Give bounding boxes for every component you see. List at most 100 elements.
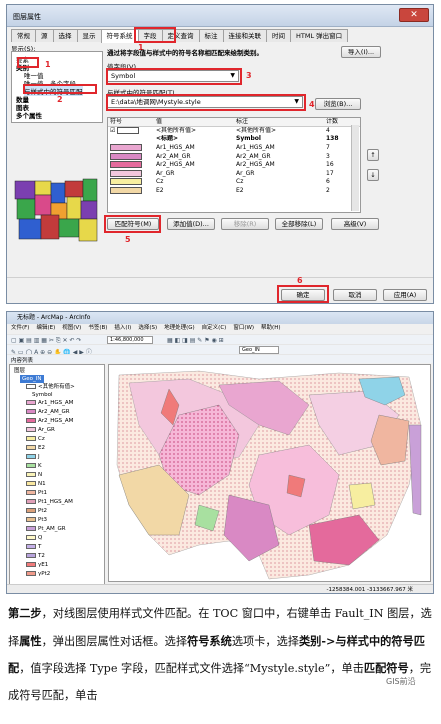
toc-swatch (26, 454, 36, 459)
symbol-cell[interactable] (108, 161, 154, 170)
tab-general[interactable]: 常规 (11, 29, 36, 42)
tab-selection[interactable]: 选择 (52, 29, 78, 42)
symbol-cell[interactable] (108, 144, 154, 153)
menu-item[interactable]: 窗口(W) (233, 325, 254, 331)
table-row[interactable]: Ar2_HGS_AM Ar2_HGS_AM 16 (108, 161, 360, 170)
tools-toolbar: ✎ ▭ ◯ A ⊕ ⊖ ✋ 🌐 ◀ ▶ ⓘ Geo_IN (7, 344, 433, 356)
toc-layers[interactable]: 图层 (14, 367, 25, 375)
map-view[interactable] (108, 364, 431, 582)
table-row[interactable]: E2 E2 2 (108, 187, 360, 196)
toc-swatch (26, 418, 36, 423)
scale-box[interactable]: 1:46,800,000 (107, 336, 153, 344)
menu-item[interactable]: 选择(S) (138, 325, 157, 331)
tab-symbology[interactable]: 符号系统 (100, 29, 139, 43)
col-symbol[interactable]: 符号 (108, 118, 154, 128)
import-button[interactable]: 导入(I)... (341, 46, 381, 58)
toc-swatch (26, 472, 36, 477)
marker-3: 3 (246, 71, 252, 80)
toc-legend-label: K (38, 463, 42, 469)
layer-dropdown[interactable]: Geo_IN (239, 346, 279, 354)
toc-swatch (26, 499, 36, 504)
symbol-cell[interactable]: ☑ (108, 127, 154, 136)
remove-button[interactable]: 移除(R) (221, 218, 269, 230)
toc-legend-item: J (26, 453, 40, 461)
cancel-button[interactable]: 取消 (333, 289, 377, 301)
tab-html-popup[interactable]: HTML 弹出窗口 (290, 29, 349, 42)
highlight-style-path (106, 94, 306, 111)
menu-item[interactable]: 编辑(E) (36, 325, 55, 331)
symbol-swatch (110, 161, 142, 169)
col-label[interactable]: 标注 (234, 118, 324, 128)
browse-button[interactable]: 浏览(B)... (315, 98, 361, 110)
tab-source[interactable]: 源 (35, 29, 54, 42)
toc-legend-item: E2 (26, 444, 45, 452)
tab-display[interactable]: 显示 (76, 29, 102, 42)
menu-item[interactable]: 帮助(H) (261, 325, 280, 331)
toc-legend-item: Pt1 (26, 489, 47, 497)
value-cell: <其他所有值> (156, 127, 197, 135)
toc-header-bar: 内容列表 (7, 354, 433, 364)
marker-2: 2 (57, 95, 63, 104)
advanced-button[interactable]: 高级(V) (331, 218, 379, 230)
toc-legend-label: Pt1 (38, 490, 47, 496)
value-cell: E2 (156, 187, 164, 195)
toc-legend-item: Pt2 (26, 507, 47, 515)
table-row[interactable]: Ar1_HGS_AM Ar1_HGS_AM 7 (108, 144, 360, 153)
symbol-cell[interactable] (108, 152, 154, 161)
layer-properties-dialog: 图层属性 ✕ 常规源选择 显示 符号系统 字段 定义查询 标注 连接和关联 时间 HTML 弹出… (6, 4, 434, 304)
dialog-titlebar: 图层属性 ✕ (7, 5, 433, 27)
symbol-cell[interactable] (108, 135, 154, 144)
label-cell: Ar_GR (236, 169, 255, 177)
tab-labels[interactable]: 标注 (198, 29, 224, 42)
para-text-b: ，弹出图层属性对话框。选择 (41, 634, 188, 648)
tab-joins[interactable]: 连接和关联 (222, 29, 267, 42)
toc-legend-item: Pt3 (26, 516, 47, 524)
marker-1-categories: 1 (45, 60, 51, 69)
step-label: 第二步 (8, 606, 42, 620)
label-cell: Symbol (236, 135, 261, 143)
menu-item[interactable]: 自定义(C) (202, 325, 227, 331)
tab-time[interactable]: 时间 (266, 29, 291, 42)
table-row[interactable]: <标题> Symbol 138 (108, 135, 360, 144)
para-text-e: ，值字段选择 Type 字段，匹配样式文件选择“Mystyle.style”，单… (19, 662, 364, 675)
symbol-cell[interactable] (108, 178, 154, 187)
close-button[interactable]: ✕ (399, 8, 429, 22)
menu-bar: 文件(F) 编辑(E) 视图(V) 书签(B) 插入(I) 选择(S) 地理处理(G) 自定义… (7, 324, 433, 333)
toc-layer-geo[interactable]: Geo_IN (20, 375, 44, 383)
apply-button[interactable]: 应用(A) (383, 289, 427, 301)
menu-item[interactable]: 地理处理(G) (164, 325, 195, 331)
toc-legend-label: γE1 (38, 562, 49, 568)
toc-swatch (26, 571, 36, 576)
status-coordinates: -1258384.001 -3133667.967 米 (326, 587, 413, 593)
toc-swatch (26, 481, 36, 486)
menu-item[interactable]: 书签(B) (88, 325, 107, 331)
symbol-cell[interactable] (108, 169, 154, 179)
arrow-up-icon: ↑ (370, 151, 376, 159)
table-scrollbar[interactable] (351, 125, 359, 211)
status-bar: -1258384.001 -3133667.967 米 (7, 584, 433, 593)
table-row[interactable]: Ar2_AM_GR Ar2_AM_GR 3 (108, 152, 360, 161)
table-row[interactable]: ☑ <其他所有值> <其他所有值> 4 (108, 127, 360, 136)
toc-legend-label: γPt2 (38, 571, 51, 577)
checkbox-icon[interactable]: ☑ (110, 127, 115, 134)
table-row[interactable]: Cz Cz 6 (108, 178, 360, 187)
table-row[interactable]: Ar_GR Ar_GR 17 (108, 169, 360, 179)
remove-all-button[interactable]: 全部移除(L) (275, 218, 323, 230)
add-values-button[interactable]: 添加值(D)... (167, 218, 215, 230)
toc-legend-item: Pt_AM_GR (26, 525, 66, 533)
menu-item[interactable]: 文件(F) (11, 325, 29, 331)
symbol-swatch (110, 187, 142, 195)
move-up-button[interactable]: ↑ (367, 149, 379, 161)
highlight-symbology-tab (134, 27, 176, 43)
description-text: 通过将字段值与样式中的符号名称相匹配来绘制类别。 (107, 49, 263, 57)
menu-item[interactable]: 视图(V) (62, 325, 81, 331)
toc-swatch (26, 535, 36, 540)
para-bold-categories: 类别 (298, 633, 322, 648)
col-value[interactable]: 值 (154, 118, 234, 128)
move-down-button[interactable]: ↓ (367, 169, 379, 181)
menu-item[interactable]: 插入(I) (114, 325, 131, 331)
symbol-cell[interactable] (108, 187, 154, 196)
label-cell: Ar1_HGS_AM (236, 144, 275, 152)
tab-strip: 常规源选择 显示 符号系统 字段 定义查询 标注 连接和关联 时间 HTML 弹出窗口 (11, 29, 431, 43)
tree-multiple-attributes[interactable]: 多个属性 (16, 110, 42, 120)
